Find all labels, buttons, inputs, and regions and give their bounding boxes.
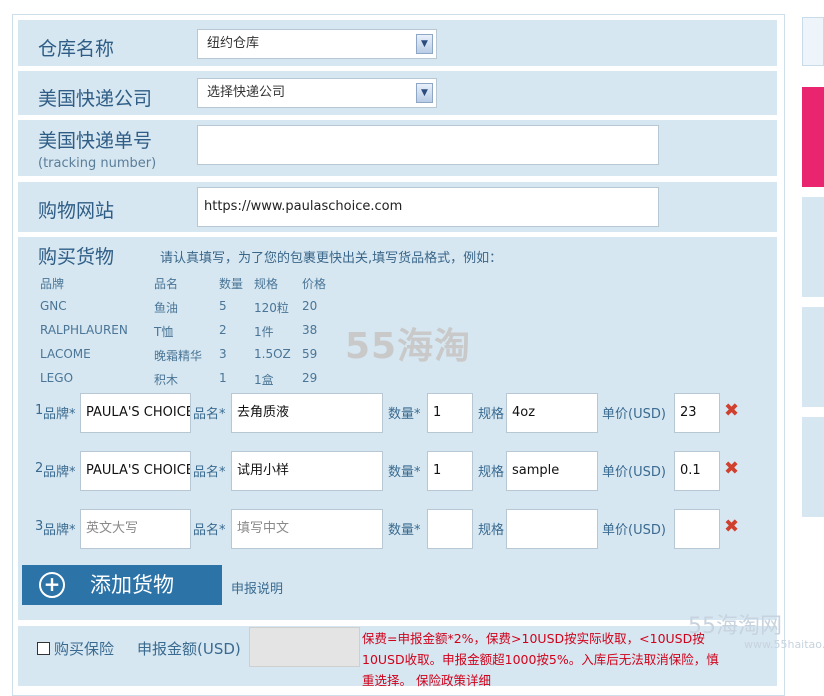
brand-label: 品牌* xyxy=(43,465,76,480)
example-cell: 1盒 xyxy=(254,373,274,387)
tracking-sublabel: (tracking number) xyxy=(38,156,157,171)
example-cell: 2 xyxy=(219,323,227,337)
shop-label: 购物网站 xyxy=(38,200,115,222)
example-cell: 1 xyxy=(219,371,227,385)
example-header: 数量 xyxy=(219,277,244,291)
courier-selected: 选择快递公司 xyxy=(207,85,286,100)
example-cell: 1.5OZ xyxy=(254,347,291,361)
spec-label: 规格 xyxy=(478,407,505,422)
brand-input[interactable]: PAULA'S CHOICE xyxy=(80,393,191,433)
goods-hint: 请认真填写，为了您的包裹更快出关,填写货品格式，例如： xyxy=(160,251,503,266)
warehouse-selected: 纽约仓库 xyxy=(207,36,260,51)
brand-label: 品牌* xyxy=(43,407,76,422)
qty-input[interactable]: 1 xyxy=(427,451,473,491)
warehouse-select[interactable]: 纽约仓库 ▼ xyxy=(197,29,437,59)
side-panel xyxy=(802,307,824,407)
delete-icon[interactable]: ✖ xyxy=(724,458,739,479)
example-cell: RALPHLAUREN xyxy=(40,323,128,337)
side-panel xyxy=(802,17,824,66)
qty-input[interactable]: 1 xyxy=(427,393,473,433)
example-header: 品名 xyxy=(154,277,179,291)
chevron-down-icon[interactable]: ▼ xyxy=(416,83,433,103)
example-cell: T恤 xyxy=(154,325,174,339)
insurance-checkbox[interactable] xyxy=(37,642,50,655)
name-label: 品名* xyxy=(193,523,226,538)
side-panel-highlight xyxy=(802,87,824,187)
add-goods-label: 添加货物 xyxy=(90,573,174,597)
spec-label: 规格 xyxy=(478,523,505,538)
delete-icon[interactable]: ✖ xyxy=(724,400,739,421)
qty-label: 数量* xyxy=(388,407,421,422)
example-cell: LACOME xyxy=(40,347,91,361)
watermark-corner: 55海淘网 xyxy=(688,614,782,639)
example-cell: 晚霜精华 xyxy=(154,349,203,363)
watermark-url: www.55haitao.com xyxy=(744,638,824,651)
qty-label: 数量* xyxy=(388,465,421,480)
insurance-label: 购买保险 xyxy=(54,640,115,658)
price-label: 单价(USD) xyxy=(602,523,666,538)
price-input[interactable]: 23 xyxy=(674,393,720,433)
example-cell: 20 xyxy=(302,299,318,313)
qty-input[interactable] xyxy=(427,509,473,549)
declare-link[interactable]: 申报说明 xyxy=(231,578,283,597)
price-input[interactable]: 0.1 xyxy=(674,451,720,491)
goods-title: 购买货物 xyxy=(38,246,115,268)
example-header: 品牌 xyxy=(40,277,65,291)
price-label: 单价(USD) xyxy=(602,407,666,422)
spec-label: 规格 xyxy=(478,465,505,480)
price-label: 单价(USD) xyxy=(602,465,666,480)
example-header: 价格 xyxy=(302,277,327,291)
name-label: 品名* xyxy=(193,465,226,480)
chevron-down-icon[interactable]: ▼ xyxy=(416,34,433,54)
shop-url-input[interactable]: https://www.paulaschoice.com xyxy=(197,187,659,227)
spec-input[interactable] xyxy=(506,509,598,549)
brand-label: 品牌* xyxy=(43,523,76,538)
example-cell: GNC xyxy=(40,299,67,313)
delete-icon[interactable]: ✖ xyxy=(724,516,739,537)
name-label: 品名* xyxy=(193,407,226,422)
price-input[interactable] xyxy=(674,509,720,549)
declared-amount-input[interactable] xyxy=(249,627,360,667)
example-cell: 38 xyxy=(302,323,318,337)
spec-input[interactable]: sample xyxy=(506,451,598,491)
example-header: 规格 xyxy=(254,277,279,291)
name-input[interactable]: 去角质液 xyxy=(231,393,383,433)
brand-input[interactable]: 英文大写 xyxy=(80,509,191,549)
example-cell: 积木 xyxy=(154,373,179,387)
name-input[interactable]: 试用小样 xyxy=(231,451,383,491)
example-cell: 29 xyxy=(302,371,318,385)
example-cell: 59 xyxy=(302,347,318,361)
example-cell: LEGO xyxy=(40,371,74,385)
brand-input[interactable]: PAULA'S CHOICE xyxy=(80,451,191,491)
tracking-label: 美国快递单号 xyxy=(38,130,153,152)
declared-amount-label: 申报金额(USD) xyxy=(137,640,241,658)
example-cell: 3 xyxy=(219,347,227,361)
tracking-input[interactable] xyxy=(197,125,659,165)
example-cell: 120粒 xyxy=(254,301,289,315)
insurance-note-line: 10USD收取。申报金额超1000按5%。入库后无法取消保险，慎 xyxy=(362,652,719,667)
example-cell: 1件 xyxy=(254,325,274,339)
example-cell: 5 xyxy=(219,299,227,313)
spec-input[interactable]: 4oz xyxy=(506,393,598,433)
name-input[interactable]: 填写中文 xyxy=(231,509,383,549)
watermark-logo: 55海淘 xyxy=(345,326,472,367)
qty-label: 数量* xyxy=(388,523,421,538)
warehouse-label: 仓库名称 xyxy=(38,38,115,60)
side-panel xyxy=(802,197,824,297)
example-cell: 鱼油 xyxy=(154,301,179,315)
side-panel xyxy=(802,417,824,517)
courier-select[interactable]: 选择快递公司 ▼ xyxy=(197,78,437,108)
plus-circle-icon[interactable]: + xyxy=(39,572,65,598)
courier-label: 美国快递公司 xyxy=(38,88,153,110)
